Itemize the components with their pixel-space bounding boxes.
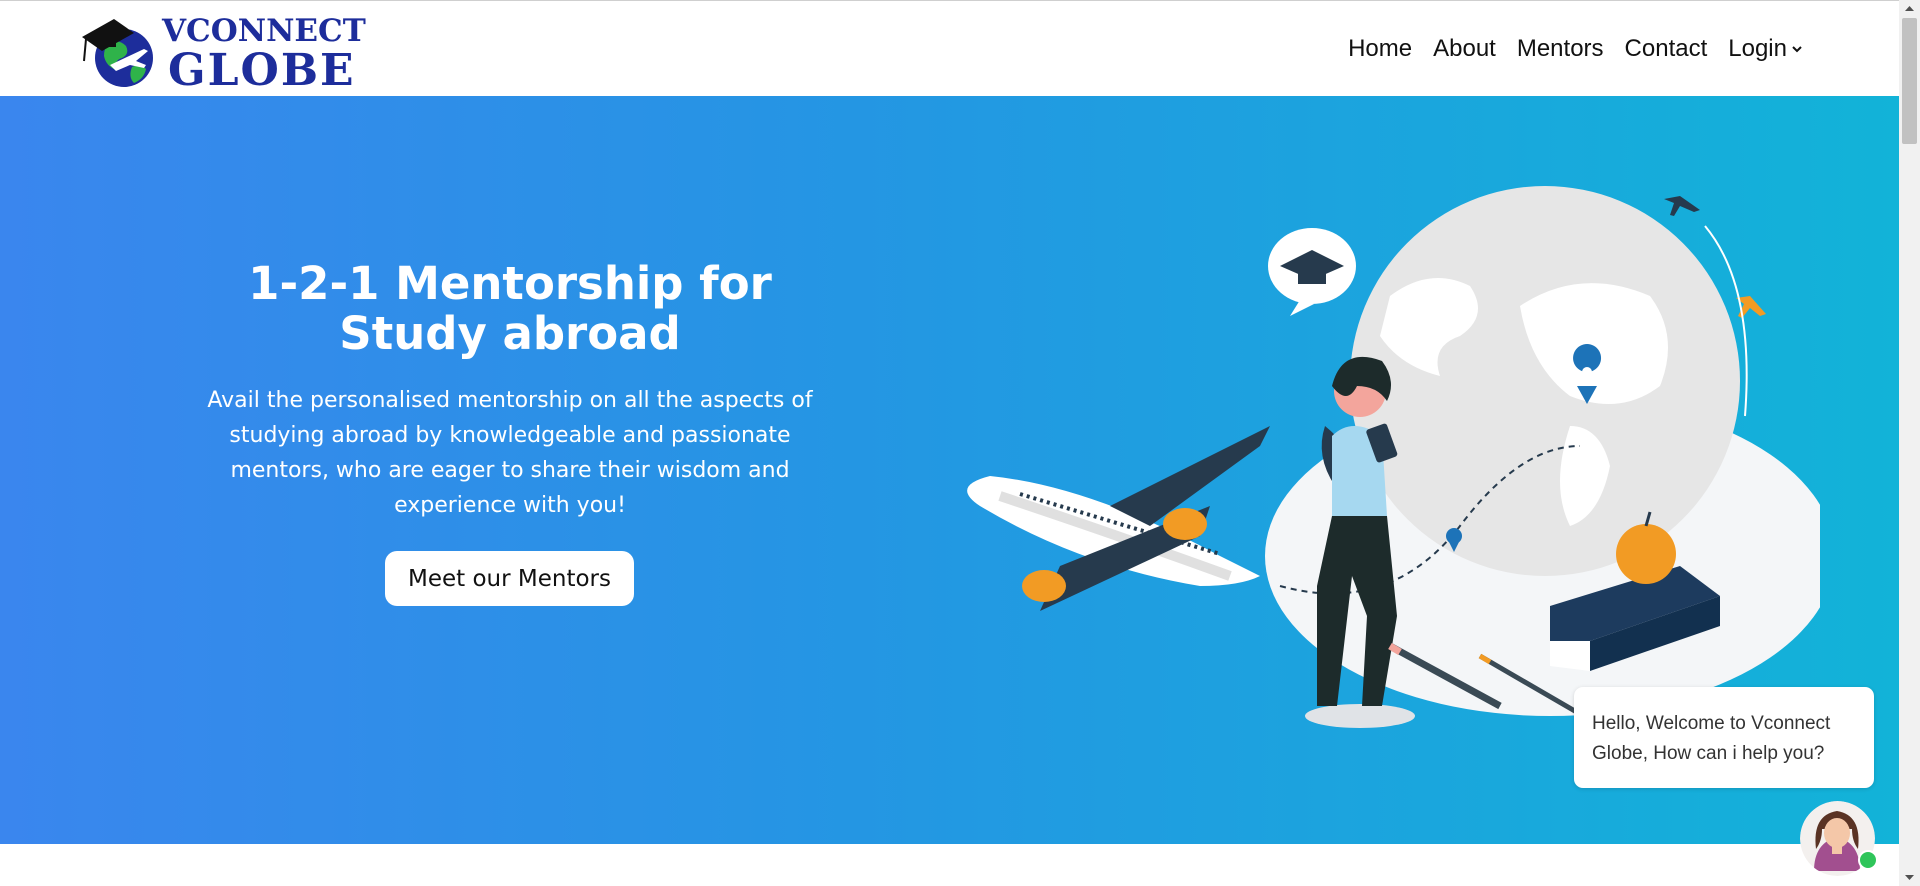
nav-home[interactable]: Home <box>1348 35 1412 63</box>
hero-text-block: 1-2-1 Mentorship for Study abroad Avail … <box>205 259 815 523</box>
brand-logo[interactable]: VCONNECT GLOBE <box>80 9 366 96</box>
nav-login-label: Login <box>1728 34 1787 62</box>
scroll-up-arrow-icon[interactable] <box>1899 0 1920 17</box>
scroll-thumb[interactable] <box>1902 18 1917 144</box>
airplane-icon <box>967 426 1270 611</box>
nav-about[interactable]: About <box>1433 35 1496 63</box>
meet-mentors-button[interactable]: Meet our Mentors <box>385 551 634 606</box>
scroll-down-arrow-icon[interactable] <box>1899 869 1920 886</box>
chevron-down-icon <box>1792 45 1802 52</box>
study-abroad-illustration <box>967 186 1820 728</box>
globe-icon <box>1350 186 1740 576</box>
nav-mentors[interactable]: Mentors <box>1517 35 1604 63</box>
hero-description: Avail the personalised mentorship on all… <box>207 388 813 518</box>
nav-contact[interactable]: Contact <box>1625 35 1708 63</box>
logo-text-line2: GLOBE <box>168 45 356 96</box>
hero-title: 1-2-1 Mentorship for Study abroad <box>248 257 772 360</box>
chat-welcome-bubble[interactable]: Hello, Welcome to Vconnect Globe, How ca… <box>1574 687 1874 788</box>
nav-login-dropdown[interactable]: Login <box>1728 35 1803 63</box>
graduation-cap-icon <box>1268 228 1356 316</box>
airplane-icon <box>1664 196 1700 216</box>
online-status-dot <box>1858 850 1878 870</box>
page-scrollbar[interactable] <box>1899 0 1920 886</box>
site-header: VCONNECT GLOBE Home About Mentors Contac… <box>0 1 1899 96</box>
logo-text-line1: VCONNECT <box>162 13 366 49</box>
main-nav: Home About Mentors Contact Login <box>1348 1 1803 96</box>
